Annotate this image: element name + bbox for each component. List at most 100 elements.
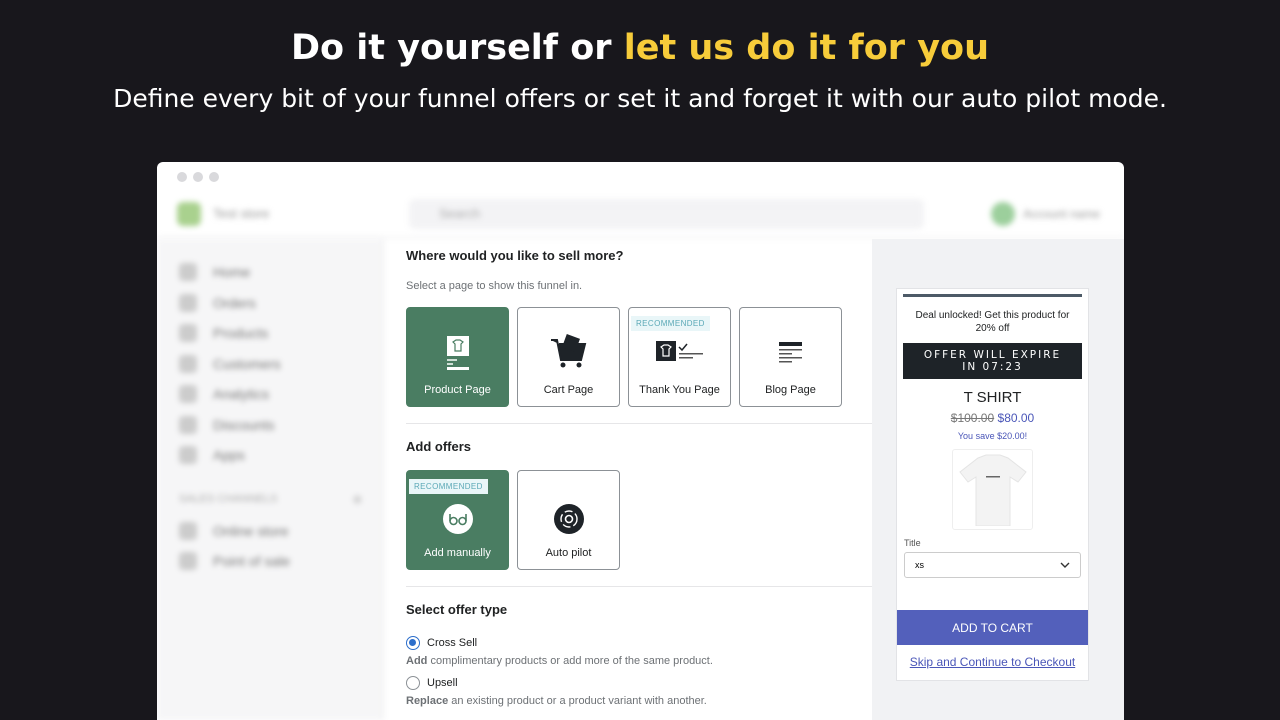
user-name: Account name xyxy=(1023,207,1100,221)
window-controls xyxy=(177,172,219,182)
select-value: xs xyxy=(915,560,924,570)
radio-checked-icon[interactable] xyxy=(406,636,420,650)
desc-bold: Replace xyxy=(406,695,449,707)
hero-subtitle: Define every bit of your funnel offers o… xyxy=(113,84,1167,113)
offer-option-manual[interactable]: RECOMMENDED Add manually xyxy=(406,470,509,570)
sidebar-item-label: Point of sale xyxy=(213,553,291,570)
glasses-icon xyxy=(442,504,473,534)
analytics-icon xyxy=(179,385,197,404)
page-options: Product Page Cart Page RECOMMENDED Thank… xyxy=(406,307,872,407)
sidebar-item-label: Analytics xyxy=(213,386,270,403)
desc-text: an existing product or a product variant… xyxy=(448,695,707,707)
variant-select[interactable]: xs xyxy=(904,552,1081,578)
radio-upsell[interactable]: Upsell xyxy=(406,676,872,690)
product-image xyxy=(952,449,1033,530)
maximize-dot[interactable] xyxy=(209,172,219,182)
card-label: Cart Page xyxy=(543,384,594,396)
type-title: Select offer type xyxy=(406,602,508,617)
offer-options: RECOMMENDED Add manually Auto pilot xyxy=(406,470,872,570)
sidebar-item-label: Online store xyxy=(213,522,289,539)
close-dot[interactable] xyxy=(177,172,187,182)
top-bar-accent xyxy=(903,294,1082,297)
page-option-blog[interactable]: Blog Page xyxy=(739,307,842,407)
avatar xyxy=(991,202,1016,226)
new-price: $80.00 xyxy=(997,411,1035,425)
skip-checkout-link[interactable]: Skip and Continue to Checkout xyxy=(897,655,1088,669)
card-label: Thank You Page xyxy=(639,384,720,396)
deal-text: Deal unlocked! Get this product for 20% … xyxy=(915,310,1070,334)
page-option-thank-you[interactable]: RECOMMENDED Thank You Page xyxy=(628,307,731,407)
minimize-dot[interactable] xyxy=(193,172,203,182)
sidebar-item-analytics[interactable]: Analytics xyxy=(157,379,382,410)
sidebar-item-label: Customers xyxy=(213,355,281,372)
product-name: T SHIRT xyxy=(963,389,1022,406)
home-icon xyxy=(179,263,197,282)
sidebar-item-home[interactable]: Home xyxy=(157,257,382,288)
product-page-icon xyxy=(446,336,469,370)
card-label: Blog Page xyxy=(765,384,816,396)
timer-line: OFFER WILL EXPIRE xyxy=(923,349,1062,361)
sidebar-item-label: Products xyxy=(213,325,269,342)
cart-icon xyxy=(550,334,586,368)
offers-title: Add offers xyxy=(406,439,471,454)
preview-panel: Deal unlocked! Get this product for 20% … xyxy=(872,239,1124,720)
store-logo xyxy=(177,202,201,226)
card-label: Add manually xyxy=(424,547,491,559)
chevron-down-icon xyxy=(1060,562,1070,568)
recommended-badge: RECOMMENDED xyxy=(409,479,488,494)
sidebar-item-orders[interactable]: Orders xyxy=(157,288,382,319)
sidebar: Home Orders Products Customers Analytics… xyxy=(157,239,383,720)
main-content: Where would you like to sell more? Selec… xyxy=(383,239,872,720)
customers-icon xyxy=(179,354,197,373)
store-icon xyxy=(179,521,197,540)
savings-text: You save $20.00! xyxy=(957,431,1028,441)
title-highlight: let us do it for you xyxy=(623,28,989,68)
card-label: Auto pilot xyxy=(545,547,592,559)
discounts-icon xyxy=(179,415,197,434)
price: $100.00 $80.00 xyxy=(897,411,1088,425)
radio-unchecked-icon[interactable] xyxy=(406,676,420,690)
sell-subtitle: Select a page to show this funnel in. xyxy=(406,280,583,292)
sidebar-item-apps[interactable]: Apps xyxy=(157,440,382,471)
radio-label: Cross Sell xyxy=(427,637,478,649)
sidebar-item-products[interactable]: Products xyxy=(157,318,382,349)
section-label: SALES CHANNELS xyxy=(179,492,278,505)
add-channel-icon[interactable]: ⊕ xyxy=(353,493,362,506)
sidebar-item-label: Home xyxy=(213,264,251,281)
offer-preview-card: Deal unlocked! Get this product for 20% … xyxy=(896,288,1089,681)
products-icon xyxy=(179,324,197,343)
page-option-cart[interactable]: Cart Page xyxy=(517,307,620,407)
autopilot-icon xyxy=(553,504,584,534)
radio-cross-sell[interactable]: Cross Sell xyxy=(406,636,872,650)
title-text: Do it yourself or xyxy=(291,28,624,68)
timer-line: IN 07:23 xyxy=(962,361,1023,373)
user-menu[interactable]: Account name xyxy=(991,202,1100,226)
page-option-product[interactable]: Product Page xyxy=(406,307,509,407)
sidebar-item-label: Apps xyxy=(213,447,245,464)
sidebar-item-label: Orders xyxy=(213,294,256,311)
sidebar-item-customers[interactable]: Customers xyxy=(157,349,382,380)
tshirt-icon xyxy=(958,454,1027,526)
sidebar-item-discounts[interactable]: Discounts xyxy=(157,410,382,441)
sidebar-item-online-store[interactable]: Online store xyxy=(157,516,382,547)
offer-option-autopilot[interactable]: Auto pilot xyxy=(517,470,620,570)
desc-text: complimentary products or add more of th… xyxy=(427,655,713,667)
divider xyxy=(406,586,872,587)
search-input[interactable]: Search xyxy=(409,199,924,229)
recommended-badge: RECOMMENDED xyxy=(631,316,710,331)
desc-bold: Add xyxy=(406,655,428,667)
orders-icon xyxy=(179,293,197,312)
pos-icon xyxy=(179,552,197,571)
radio-description: Replace an existing product or a product… xyxy=(406,695,872,707)
radio-label: Upsell xyxy=(427,677,458,689)
blog-icon xyxy=(778,342,802,363)
sell-title: Where would you like to sell more? xyxy=(406,248,624,263)
sales-channels-header: SALES CHANNELS ⊕ xyxy=(157,471,382,516)
apps-icon xyxy=(179,446,197,465)
divider xyxy=(406,423,872,424)
sidebar-item-point-of-sale[interactable]: Point of sale xyxy=(157,546,382,577)
add-to-cart-button[interactable]: ADD TO CART xyxy=(897,610,1088,645)
card-label: Product Page xyxy=(424,384,491,396)
store-name: Test store xyxy=(213,206,270,221)
sidebar-item-label: Discounts xyxy=(213,416,275,433)
